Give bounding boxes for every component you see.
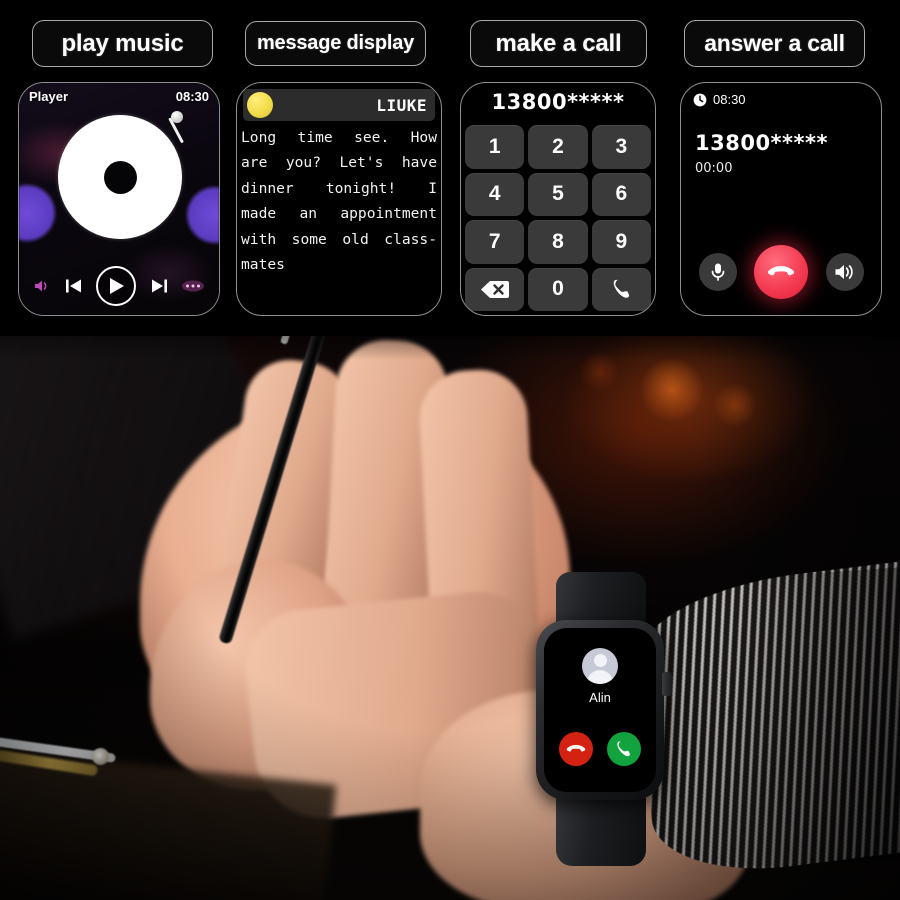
answer-clock-time: 08:30 bbox=[713, 92, 746, 107]
music-player-screen[interactable]: Player 08:30 bbox=[18, 82, 220, 316]
speaker-icon bbox=[835, 265, 853, 279]
contact-avatar-icon bbox=[247, 92, 273, 118]
in-call-actions bbox=[681, 245, 881, 299]
caller-name: Alin bbox=[589, 690, 611, 705]
caller-avatar-icon bbox=[582, 648, 618, 684]
microphone-icon bbox=[711, 263, 724, 281]
message-body-text: Long time see. How are you? Let's have d… bbox=[241, 129, 437, 274]
watch-band-bottom bbox=[556, 794, 646, 866]
call-duration: 00:00 bbox=[695, 161, 733, 176]
key-backspace[interactable] bbox=[465, 267, 525, 311]
watch-crown-button[interactable] bbox=[662, 672, 672, 696]
play-icon[interactable] bbox=[96, 266, 137, 306]
label-play-music-text: play music bbox=[61, 29, 184, 57]
key-5[interactable]: 5 bbox=[528, 172, 588, 216]
hangup-button[interactable] bbox=[754, 245, 808, 299]
key-6[interactable]: 6 bbox=[591, 172, 651, 216]
decline-phone-icon bbox=[566, 744, 585, 752]
key-5-label: 5 bbox=[552, 182, 564, 206]
avatar-head bbox=[593, 654, 607, 667]
key-8-label: 8 bbox=[552, 229, 564, 253]
label-answer-a-call: answer a call bbox=[684, 20, 865, 67]
message-sender-name: LIUKE bbox=[376, 95, 427, 115]
key-8[interactable]: 8 bbox=[528, 220, 588, 264]
dialed-number-display: 13800***** bbox=[491, 90, 625, 114]
player-clock: 08:30 bbox=[175, 89, 209, 104]
phone-handset-icon bbox=[614, 280, 630, 299]
dialer-screen[interactable]: 13800***** 1 2 3 4 5 6 7 8 9 0 bbox=[460, 82, 656, 316]
key-4[interactable]: 4 bbox=[465, 172, 525, 216]
key-2-label: 2 bbox=[552, 134, 564, 158]
speaker-button[interactable] bbox=[825, 253, 864, 291]
hangup-phone-icon bbox=[767, 265, 795, 275]
turntable-tonearm-head bbox=[171, 111, 183, 123]
key-0[interactable]: 0 bbox=[528, 267, 588, 311]
key-0-label: 0 bbox=[552, 277, 564, 301]
player-controls bbox=[19, 266, 219, 306]
next-track-icon[interactable] bbox=[151, 278, 168, 294]
key-2[interactable]: 2 bbox=[528, 125, 588, 169]
answer-status-bar: 08:30 bbox=[693, 92, 746, 107]
message-header: LIUKE bbox=[243, 89, 435, 121]
vinyl-record bbox=[58, 115, 182, 239]
key-7-label: 7 bbox=[488, 229, 501, 253]
key-9[interactable]: 9 bbox=[591, 220, 651, 264]
key-7[interactable]: 7 bbox=[465, 220, 525, 264]
watch-call-actions bbox=[544, 732, 656, 766]
watch-incoming-call-screen[interactable]: Alin bbox=[544, 628, 656, 792]
product-marketing-image: play music message display make a call a… bbox=[0, 0, 900, 900]
vinyl-center-hole bbox=[103, 160, 137, 194]
player-title: Player bbox=[29, 89, 69, 104]
previous-track-icon[interactable] bbox=[65, 278, 82, 294]
key-1-label: 1 bbox=[488, 134, 501, 158]
key-3[interactable]: 3 bbox=[591, 125, 651, 169]
decline-call-button[interactable] bbox=[558, 732, 593, 766]
message-display-screen[interactable]: LIUKE Long time see. How are you? Let's … bbox=[236, 82, 442, 316]
label-make-a-call: make a call bbox=[470, 20, 647, 67]
key-9-label: 9 bbox=[615, 229, 628, 253]
key-1[interactable]: 1 bbox=[465, 125, 525, 169]
label-play-music: play music bbox=[32, 20, 213, 67]
microphone-button[interactable] bbox=[698, 253, 737, 291]
key-6-label: 6 bbox=[615, 182, 628, 206]
backspace-icon bbox=[480, 280, 509, 298]
label-message-display: message display bbox=[245, 21, 426, 66]
key-3-label: 3 bbox=[615, 134, 628, 158]
dialer-keypad: 1 2 3 4 5 6 7 8 9 0 bbox=[465, 125, 651, 311]
accept-phone-icon bbox=[617, 741, 631, 757]
smartwatch: Alin bbox=[512, 572, 692, 866]
key-call[interactable] bbox=[591, 267, 651, 311]
player-status-bar: Player 08:30 bbox=[29, 89, 209, 104]
clock-icon bbox=[693, 93, 707, 106]
answer-call-screen[interactable]: 08:30 13800***** 00:00 bbox=[680, 82, 882, 316]
label-make-a-call-text: make a call bbox=[495, 29, 622, 57]
incoming-number: 13800***** bbox=[695, 131, 828, 155]
accept-call-button[interactable] bbox=[607, 732, 642, 766]
label-message-display-text: message display bbox=[256, 32, 415, 54]
key-4-label: 4 bbox=[488, 182, 501, 206]
more-options-icon[interactable] bbox=[181, 280, 204, 292]
label-answer-a-call-text: answer a call bbox=[704, 30, 845, 56]
avatar-body bbox=[587, 670, 613, 684]
volume-icon[interactable] bbox=[34, 279, 51, 293]
